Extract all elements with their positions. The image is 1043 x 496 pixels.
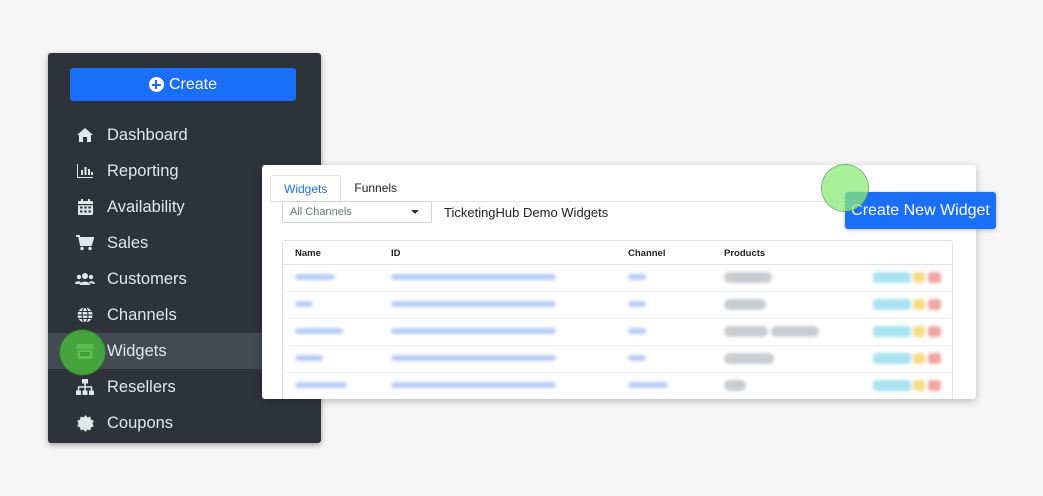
blurred-cell <box>391 301 556 307</box>
sidebar-item-label: Resellers <box>107 377 176 396</box>
delete-button[interactable] <box>928 326 941 337</box>
sidebar-item-label: Coupons <box>107 413 174 432</box>
tab-widgets[interactable]: Widgets <box>270 175 342 204</box>
edit-button[interactable] <box>913 380 925 391</box>
edit-button[interactable] <box>913 272 925 283</box>
blurred-cell <box>628 382 668 388</box>
product-badge <box>724 326 768 337</box>
blurred-cell <box>628 355 646 361</box>
view-button[interactable] <box>873 299 911 310</box>
create-button-label: Create <box>168 75 218 93</box>
delete-button[interactable] <box>928 272 941 283</box>
users-icon <box>75 269 95 289</box>
sitemap-icon <box>75 377 95 397</box>
column-header-id: ID <box>391 248 401 259</box>
view-button[interactable] <box>873 326 911 337</box>
product-badge <box>724 353 774 364</box>
blurred-cell <box>295 274 335 280</box>
blurred-cell <box>295 328 343 334</box>
page-title: TicketingHub Demo Widgets <box>444 205 609 220</box>
sidebar-item-label: Dashboard <box>107 125 188 144</box>
sidebar-item-label: Reporting <box>107 161 179 180</box>
certificate-icon <box>75 413 95 433</box>
home-icon <box>75 125 95 145</box>
blurred-cell <box>628 301 646 307</box>
channel-select[interactable]: All Channels <box>282 201 432 223</box>
sidebar-item-dashboard[interactable]: Dashboard <box>48 117 321 153</box>
blurred-cell <box>391 274 556 280</box>
sidebar-item-label: Widgets <box>107 341 167 360</box>
channel-select-value: All Channels <box>290 206 352 218</box>
panel-tabs: Widgets Funnels <box>270 175 410 204</box>
view-button[interactable] <box>873 380 911 391</box>
column-header-products: Products <box>724 248 766 259</box>
globe-icon <box>75 305 95 325</box>
click-indicator <box>60 330 105 375</box>
edit-button[interactable] <box>913 299 925 310</box>
table-row[interactable] <box>283 265 952 292</box>
edit-button[interactable] <box>913 353 925 364</box>
table-row[interactable] <box>283 292 952 319</box>
blurred-cell <box>391 355 556 361</box>
sidebar-item-label: Customers <box>107 269 187 288</box>
view-button[interactable] <box>873 272 911 283</box>
create-button[interactable]: Create <box>70 68 296 101</box>
sidebar-item-coupons[interactable]: Coupons <box>48 405 321 441</box>
blurred-cell <box>628 274 646 280</box>
delete-button[interactable] <box>928 380 941 391</box>
sidebar-item-label: Sales <box>107 233 149 252</box>
blurred-cell <box>628 328 646 334</box>
blurred-cell <box>295 355 323 361</box>
product-badge <box>724 299 766 310</box>
table-row[interactable] <box>283 319 952 346</box>
widgets-table: Name ID Channel Products <box>282 240 953 399</box>
blurred-cell <box>295 382 347 388</box>
tab-funnels[interactable]: Funnels <box>341 175 410 202</box>
delete-button[interactable] <box>928 353 941 364</box>
blurred-cell <box>295 301 313 307</box>
product-badge <box>724 272 772 283</box>
column-header-channel: Channel <box>628 248 666 259</box>
caret-down-icon <box>411 210 419 214</box>
sidebar-item-label: Availability <box>107 197 185 216</box>
blurred-cell <box>391 382 556 388</box>
create-new-widget-button[interactable]: Create New Widget <box>845 192 996 229</box>
product-badge <box>771 326 819 337</box>
product-badge <box>724 380 746 391</box>
sidebar-item-label: Channels <box>107 305 177 324</box>
column-header-name: Name <box>295 248 321 259</box>
edit-button[interactable] <box>913 326 925 337</box>
view-button[interactable] <box>873 353 911 364</box>
bar-chart-icon <box>75 161 95 181</box>
shopping-cart-icon <box>75 233 95 253</box>
blurred-cell <box>391 328 556 334</box>
table-header: Name ID Channel Products <box>283 241 952 265</box>
table-row[interactable] <box>283 346 952 373</box>
delete-button[interactable] <box>928 299 941 310</box>
table-row[interactable] <box>283 373 952 399</box>
click-indicator <box>822 165 868 211</box>
calendar-icon <box>75 197 95 217</box>
plus-circle-icon <box>148 77 164 92</box>
